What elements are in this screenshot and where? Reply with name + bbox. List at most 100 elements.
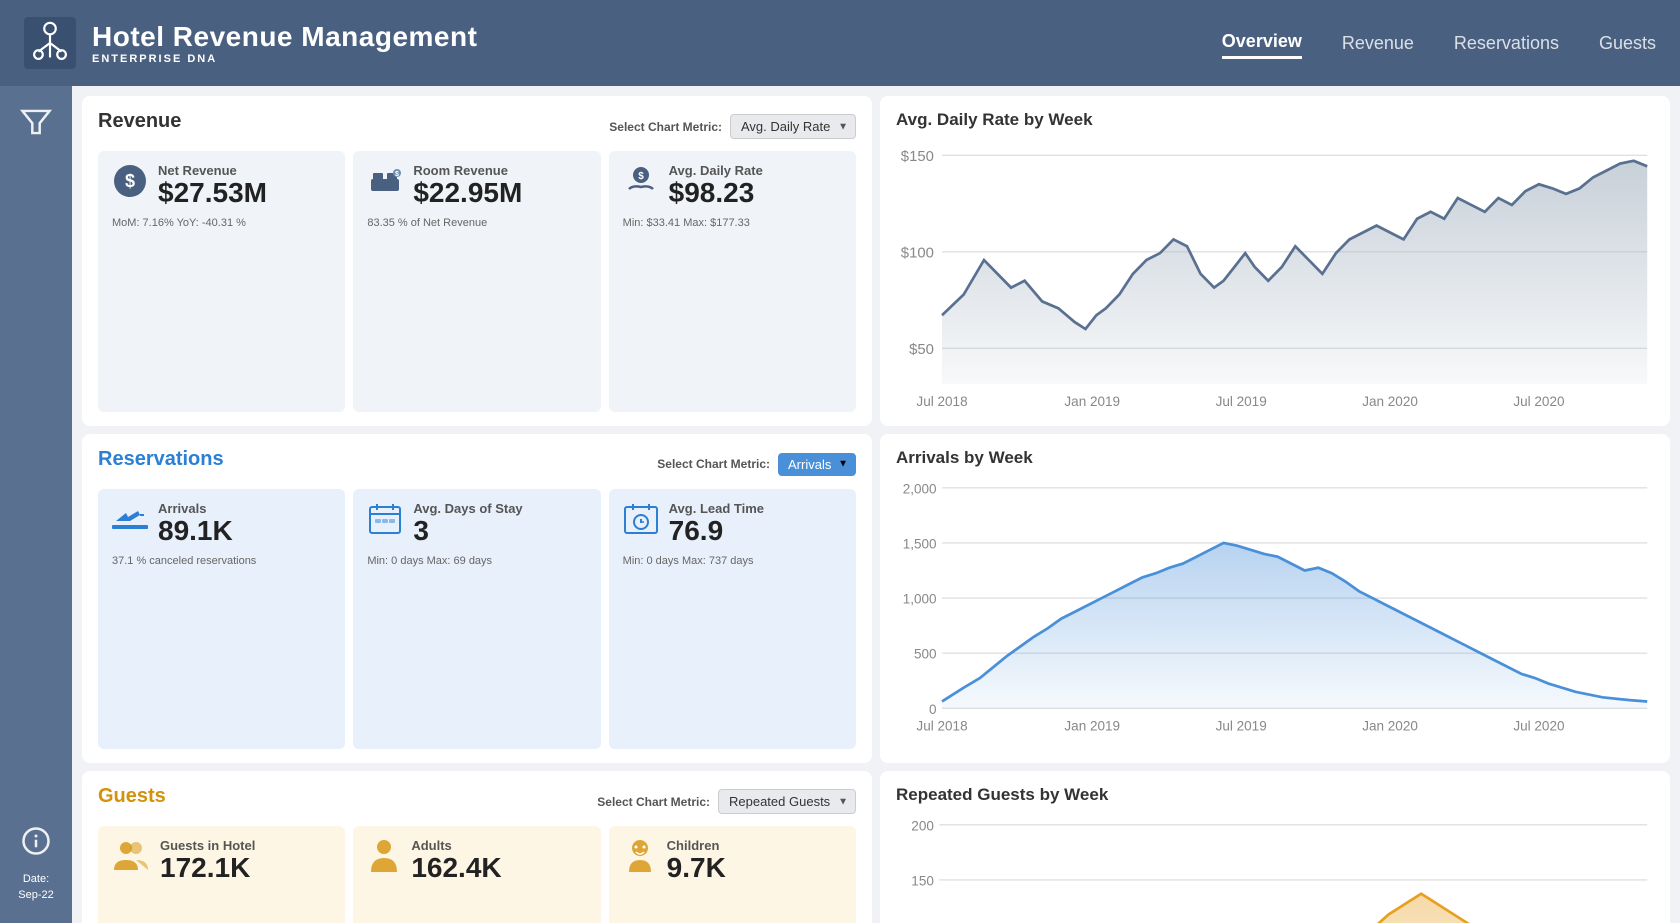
kpi-room-revenue: $ Room Revenue $22.95M 83.35 % of Net Re… — [353, 151, 600, 412]
svg-text:Jul 2020: Jul 2020 — [1513, 718, 1565, 733]
coin-hand-icon: $ — [623, 163, 659, 204]
guests-chart-area: 200 150 100 50 0 — [896, 811, 1654, 923]
kpi-arrivals: Arrivals 89.1K 37.1 % canceled reservati… — [98, 489, 345, 750]
reservations-panel: Reservations Select Chart Metric: Arriva… — [82, 434, 872, 764]
guests-metric-select[interactable]: Repeated Guests — [718, 789, 856, 814]
kpi-adults: Adults 162.4K — [353, 826, 600, 923]
reservations-metric-select[interactable]: Arrivals — [778, 453, 856, 476]
calendar-icon — [367, 501, 403, 542]
svg-text:$: $ — [125, 171, 135, 191]
svg-text:$50: $50 — [909, 341, 934, 358]
revenue-chart-panel: Avg. Daily Rate by Week $150 $100 $50 — [880, 96, 1670, 426]
main-container: Date: Sep-22 Revenue Select Chart Metric… — [0, 86, 1680, 923]
avg-stay-sub: Min: 0 days Max: 69 days — [367, 555, 586, 567]
guests-chart-title: Repeated Guests by Week — [896, 785, 1654, 805]
svg-text:$: $ — [638, 171, 644, 182]
svg-text:$150: $150 — [901, 148, 934, 165]
reservations-kpi-row: Arrivals 89.1K 37.1 % canceled reservati… — [98, 489, 856, 750]
kpi-children: Children 9.7K — [609, 826, 856, 923]
guests-metric-label: Select Chart Metric: — [597, 795, 710, 809]
arrivals-chart-title: Arrivals by Week — [896, 448, 1654, 468]
arrivals-sub: 37.1 % canceled reservations — [112, 555, 331, 567]
nav-revenue[interactable]: Revenue — [1342, 29, 1414, 58]
net-revenue-value: $27.53M — [158, 178, 267, 209]
reservations-row: Reservations Select Chart Metric: Arriva… — [82, 434, 1670, 764]
nav-overview[interactable]: Overview — [1222, 27, 1302, 59]
revenue-panel: Revenue Select Chart Metric: Avg. Daily … — [82, 96, 872, 426]
svg-text:Jul 2018: Jul 2018 — [916, 718, 967, 733]
sidebar: Date: Sep-22 — [0, 86, 72, 923]
room-revenue-value: $22.95M — [413, 178, 522, 209]
main-nav: Overview Revenue Reservations Guests — [1222, 27, 1656, 59]
arrivals-chart-area: 2,000 1,500 1,000 500 0 — [896, 474, 1654, 750]
svg-text:$: $ — [395, 171, 399, 178]
title-block: Hotel Revenue Management ENTERPRISE DNA — [92, 21, 1222, 65]
kpi-net-revenue: $ Net Revenue $27.53M MoM: 7.16% YoY: -4… — [98, 151, 345, 412]
adults-label: Adults — [411, 838, 501, 853]
guests-title: Guests — [98, 785, 166, 808]
lead-time-label: Avg. Lead Time — [669, 501, 764, 516]
guests-chart-panel: Repeated Guests by Week 200 150 100 50 0 — [880, 771, 1670, 923]
net-revenue-sub: MoM: 7.16% YoY: -40.31 % — [112, 217, 331, 229]
revenue-chart-title: Avg. Daily Rate by Week — [896, 110, 1654, 130]
kpi-lead-time: Avg. Lead Time 76.9 Min: 0 days Max: 737… — [609, 489, 856, 750]
svg-text:Jul 2019: Jul 2019 — [1216, 394, 1267, 409]
avg-daily-rate-sub: Min: $33.41 Max: $177.33 — [623, 217, 842, 229]
info-icon[interactable] — [21, 826, 51, 856]
arrivals-label: Arrivals — [158, 501, 233, 516]
guests-kpi-row: Guests in Hotel 172.1K — [98, 826, 856, 923]
sidebar-date: Date: Sep-22 — [18, 872, 53, 903]
svg-text:500: 500 — [914, 646, 937, 661]
svg-text:0: 0 — [929, 701, 937, 716]
revenue-chart-area: $150 $100 $50 — [896, 136, 1654, 412]
room-revenue-label: Room Revenue — [413, 163, 522, 178]
room-revenue-sub: 83.35 % of Net Revenue — [367, 217, 586, 229]
arrivals-icon — [112, 501, 148, 542]
kpi-avg-stay: Avg. Days of Stay 3 Min: 0 days Max: 69 … — [353, 489, 600, 750]
guests-metric-dropdown-wrapper[interactable]: Repeated Guests — [718, 789, 856, 814]
header: Hotel Revenue Management ENTERPRISE DNA … — [0, 0, 1680, 86]
avg-stay-value: 3 — [413, 516, 522, 547]
revenue-kpi-row: $ Net Revenue $27.53M MoM: 7.16% YoY: -4… — [98, 151, 856, 412]
children-value: 9.7K — [667, 853, 726, 884]
arrivals-value: 89.1K — [158, 516, 233, 547]
svg-text:Jan 2020: Jan 2020 — [1362, 718, 1418, 733]
guests-icon — [112, 838, 150, 877]
svg-text:Jan 2020: Jan 2020 — [1362, 394, 1418, 409]
arrivals-chart-svg: 2,000 1,500 1,000 500 0 — [896, 474, 1654, 750]
content-area: Revenue Select Chart Metric: Avg. Daily … — [72, 86, 1680, 923]
guests-row: Guests Select Chart Metric: Repeated Gue… — [82, 771, 1670, 923]
revenue-row: Revenue Select Chart Metric: Avg. Daily … — [82, 96, 1670, 426]
arrivals-chart-panel: Arrivals by Week 2,000 1,500 1,000 500 0 — [880, 434, 1670, 764]
children-label: Children — [667, 838, 726, 853]
reservations-metric-label: Select Chart Metric: — [657, 457, 770, 471]
clock-icon — [623, 501, 659, 542]
revenue-metric-label: Select Chart Metric: — [609, 120, 722, 134]
svg-text:200: 200 — [911, 819, 934, 834]
guests-hotel-label: Guests in Hotel — [160, 838, 255, 853]
svg-text:Jan 2019: Jan 2019 — [1064, 718, 1120, 733]
adult-icon — [367, 838, 401, 877]
guests-panel: Guests Select Chart Metric: Repeated Gue… — [82, 771, 872, 923]
dollar-icon: $ — [112, 163, 148, 204]
revenue-metric-dropdown-wrapper[interactable]: Avg. Daily Rate — [730, 114, 856, 139]
svg-text:Jan 2019: Jan 2019 — [1064, 394, 1120, 409]
svg-text:$100: $100 — [901, 244, 934, 261]
nav-guests[interactable]: Guests — [1599, 29, 1656, 58]
revenue-chart-svg: $150 $100 $50 — [896, 136, 1654, 412]
reservations-metric-dropdown-wrapper[interactable]: Arrivals — [778, 453, 856, 476]
avg-daily-rate-label: Avg. Daily Rate — [669, 163, 763, 178]
filter-icon[interactable] — [20, 106, 52, 138]
child-icon — [623, 838, 657, 877]
nav-reservations[interactable]: Reservations — [1454, 29, 1559, 58]
kpi-avg-daily-rate: $ Avg. Daily Rate $98.23 Min: $33.41 Max… — [609, 151, 856, 412]
sidebar-bottom: Date: Sep-22 — [18, 826, 53, 903]
guests-chart-svg: 200 150 100 50 0 — [896, 811, 1654, 923]
bed-icon: $ — [367, 163, 403, 204]
svg-text:150: 150 — [911, 874, 934, 889]
svg-text:1,500: 1,500 — [903, 536, 937, 551]
kpi-guests-hotel: Guests in Hotel 172.1K — [98, 826, 345, 923]
adults-value: 162.4K — [411, 853, 501, 884]
revenue-metric-select[interactable]: Avg. Daily Rate — [730, 114, 856, 139]
revenue-title: Revenue — [98, 110, 181, 133]
